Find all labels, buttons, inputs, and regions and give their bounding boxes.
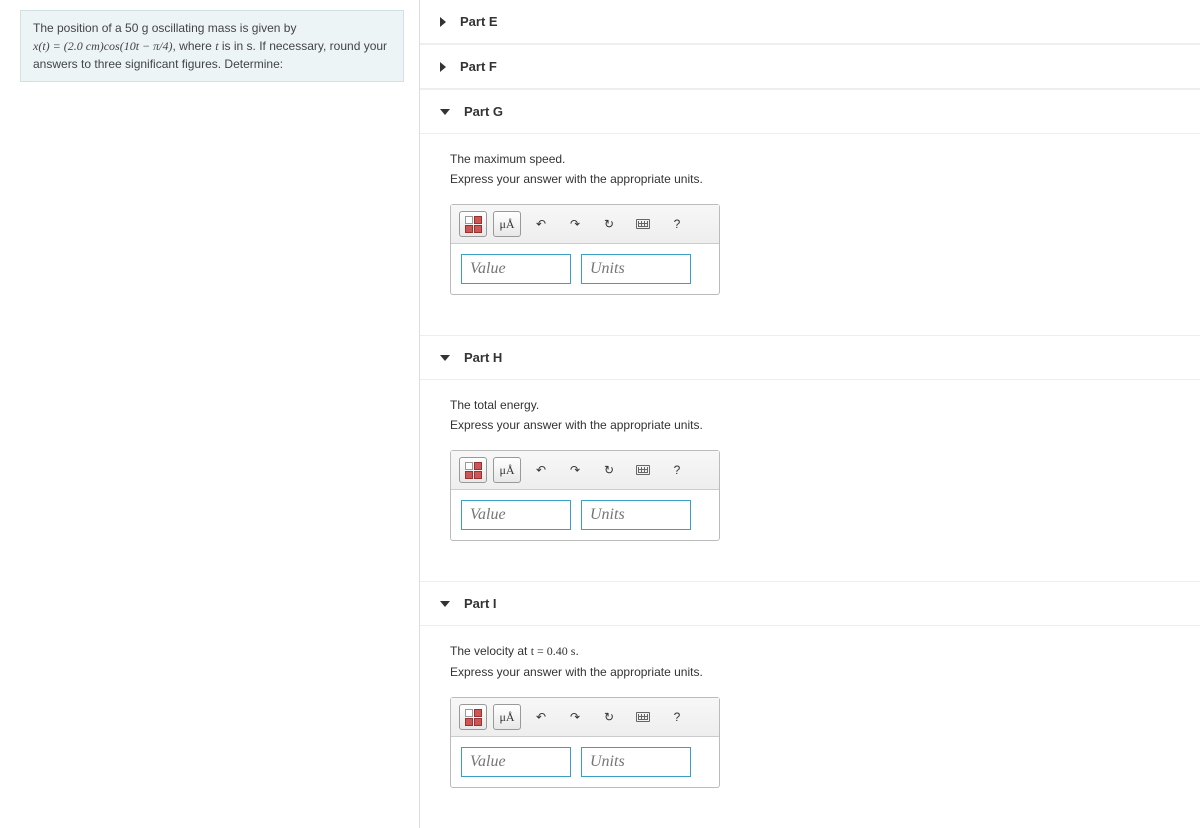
value-input-g[interactable] xyxy=(461,254,571,284)
help-icon: ? xyxy=(674,710,681,724)
problem-sidebar: The position of a 50 g oscillating mass … xyxy=(0,0,420,828)
help-button[interactable]: ? xyxy=(663,211,691,237)
undo-button[interactable]: ↶ xyxy=(527,211,555,237)
part-i-question: The velocity at t = 0.40 s. xyxy=(450,644,1170,659)
undo-button[interactable]: ↶ xyxy=(527,457,555,483)
part-e-header[interactable]: Part E xyxy=(420,0,1200,44)
answer-box-g: μÅ ↶ ↷ ↻ ? xyxy=(450,204,720,295)
part-g-hint: Express your answer with the appropriate… xyxy=(450,172,1170,186)
chevron-right-icon xyxy=(440,17,446,27)
problem-equation: x(t) = (2.0 cm)cos(10t − π/4) xyxy=(33,39,173,53)
part-h-label: Part H xyxy=(464,350,502,365)
value-input-i[interactable] xyxy=(461,747,571,777)
part-g-body: The maximum speed. Express your answer w… xyxy=(420,134,1200,335)
redo-icon: ↷ xyxy=(570,217,580,231)
templates-button[interactable] xyxy=(459,211,487,237)
toolbar-g: μÅ ↶ ↷ ↻ ? xyxy=(451,205,719,244)
parts-panel: Part E Part F Part G The maximum speed. … xyxy=(420,0,1200,828)
answer-box-h: μÅ ↶ ↷ ↻ ? xyxy=(450,450,720,541)
redo-button[interactable]: ↷ xyxy=(561,704,589,730)
reset-button[interactable]: ↻ xyxy=(595,704,623,730)
keyboard-icon xyxy=(636,219,650,229)
part-h-question: The total energy. xyxy=(450,398,1170,412)
reset-icon: ↻ xyxy=(604,217,614,231)
part-e-label: Part E xyxy=(460,14,498,29)
part-g-question: The maximum speed. xyxy=(450,152,1170,166)
units-input-h[interactable] xyxy=(581,500,691,530)
templates-button[interactable] xyxy=(459,457,487,483)
help-button[interactable]: ? xyxy=(663,457,691,483)
problem-text-2b: , where xyxy=(173,39,216,53)
keyboard-button[interactable] xyxy=(629,457,657,483)
special-chars-button[interactable]: μÅ xyxy=(493,457,521,483)
keyboard-button[interactable] xyxy=(629,211,657,237)
part-g-header[interactable]: Part G xyxy=(420,89,1200,134)
answer-box-i: μÅ ↶ ↷ ↻ ? xyxy=(450,697,720,788)
chevron-down-icon xyxy=(440,601,450,607)
part-i-eq: t = 0.40 s xyxy=(531,644,576,658)
part-g-label: Part G xyxy=(464,104,503,119)
toolbar-h: μÅ ↶ ↷ ↻ ? xyxy=(451,451,719,490)
part-i-body: The velocity at t = 0.40 s. Express your… xyxy=(420,626,1200,828)
redo-icon: ↷ xyxy=(570,710,580,724)
undo-icon: ↶ xyxy=(536,710,546,724)
part-h-header[interactable]: Part H xyxy=(420,335,1200,380)
problem-text-1: The position of a 50 g oscillating mass … xyxy=(33,21,296,35)
part-f-header[interactable]: Part F xyxy=(420,44,1200,89)
keyboard-icon xyxy=(636,465,650,475)
units-input-g[interactable] xyxy=(581,254,691,284)
special-chars-button[interactable]: μÅ xyxy=(493,211,521,237)
templates-icon xyxy=(465,462,482,479)
chevron-down-icon xyxy=(440,109,450,115)
part-h-hint: Express your answer with the appropriate… xyxy=(450,418,1170,432)
reset-button[interactable]: ↻ xyxy=(595,211,623,237)
toolbar-i: μÅ ↶ ↷ ↻ ? xyxy=(451,698,719,737)
part-f-label: Part F xyxy=(460,59,497,74)
value-input-h[interactable] xyxy=(461,500,571,530)
redo-icon: ↷ xyxy=(570,463,580,477)
part-i-label: Part I xyxy=(464,596,497,611)
templates-icon xyxy=(465,216,482,233)
help-button[interactable]: ? xyxy=(663,704,691,730)
undo-icon: ↶ xyxy=(536,217,546,231)
keyboard-button[interactable] xyxy=(629,704,657,730)
problem-statement: The position of a 50 g oscillating mass … xyxy=(20,10,404,82)
templates-icon xyxy=(465,709,482,726)
reset-button[interactable]: ↻ xyxy=(595,457,623,483)
units-input-i[interactable] xyxy=(581,747,691,777)
reset-icon: ↻ xyxy=(604,463,614,477)
part-h-body: The total energy. Express your answer wi… xyxy=(420,380,1200,581)
help-icon: ? xyxy=(674,463,681,477)
undo-button[interactable]: ↶ xyxy=(527,704,555,730)
part-i-header[interactable]: Part I xyxy=(420,581,1200,626)
chevron-down-icon xyxy=(440,355,450,361)
chevron-right-icon xyxy=(440,62,446,72)
redo-button[interactable]: ↷ xyxy=(561,211,589,237)
keyboard-icon xyxy=(636,712,650,722)
templates-button[interactable] xyxy=(459,704,487,730)
reset-icon: ↻ xyxy=(604,710,614,724)
redo-button[interactable]: ↷ xyxy=(561,457,589,483)
part-i-hint: Express your answer with the appropriate… xyxy=(450,665,1170,679)
help-icon: ? xyxy=(674,217,681,231)
undo-icon: ↶ xyxy=(536,463,546,477)
special-chars-button[interactable]: μÅ xyxy=(493,704,521,730)
